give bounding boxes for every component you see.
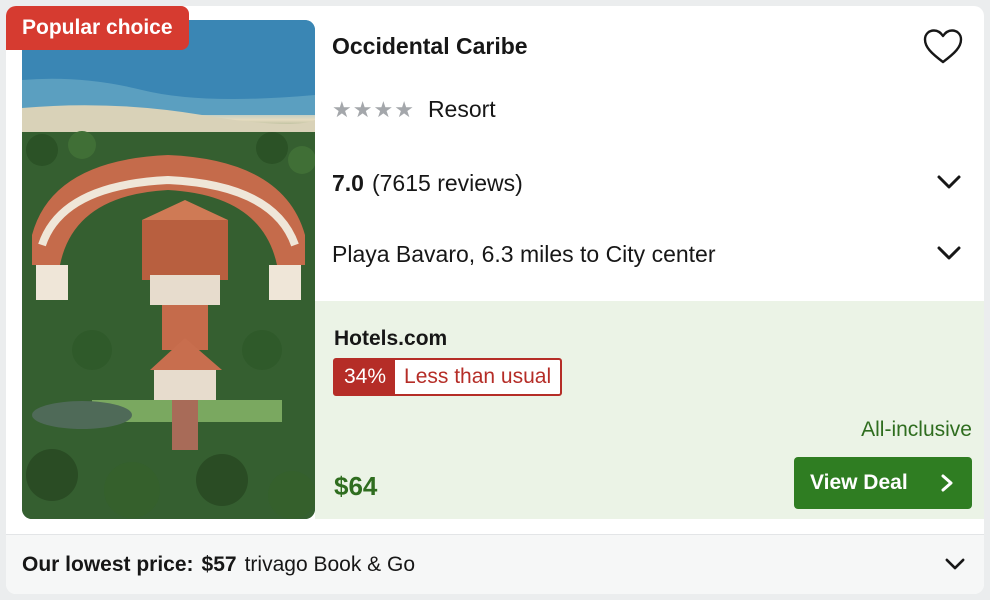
chevron-right-icon: [941, 474, 953, 492]
rating-summary[interactable]: 7.0 (7615 reviews): [332, 168, 962, 198]
board-type: All-inclusive: [861, 418, 972, 441]
hotel-photo[interactable]: [22, 20, 315, 519]
comparison-text: Less than usual: [404, 365, 552, 388]
review-count: (7615 reviews): [371, 169, 523, 196]
view-deal-label: View Deal: [810, 471, 908, 494]
lowest-price-amount: $57: [201, 552, 237, 576]
deal-provider: Hotels.com: [334, 327, 448, 350]
hotel-card: Popular choice Occidental Caribe ★ ★ ★ ★…: [6, 6, 984, 594]
popular-choice-badge: Popular choice: [6, 6, 189, 50]
heart-icon[interactable]: [921, 25, 965, 69]
location-text: Playa Bavaro, 6.3 miles to City center: [332, 240, 716, 267]
hotel-photo-illustration: [22, 20, 315, 519]
chevron-down-icon[interactable]: [936, 171, 962, 193]
star-icon: ★: [352, 96, 373, 122]
lowest-price-bar[interactable]: Our lowest price: $57 trivago Book & Go: [6, 534, 984, 594]
star-icon: ★: [332, 96, 352, 122]
chevron-down-icon[interactable]: [944, 555, 966, 573]
rating-score: 7.0: [332, 169, 364, 196]
discount-percent: 34%: [335, 360, 396, 394]
lowest-price-provider: trivago Book & Go: [244, 552, 416, 576]
price-comparison-badge: 34% Less than usual: [333, 358, 563, 396]
view-deal-button[interactable]: View Deal: [794, 457, 972, 509]
star-rating: ★ ★ ★ ★: [332, 96, 414, 122]
lowest-price-label: Our lowest price:: [22, 552, 194, 576]
star-icon: ★: [373, 96, 394, 122]
star-icon: ★: [394, 96, 414, 122]
chevron-down-icon[interactable]: [936, 242, 962, 264]
deal-panel[interactable]: Hotels.com 34% Less than usual All-inclu…: [315, 301, 984, 519]
hotel-name[interactable]: Occidental Caribe: [332, 33, 528, 60]
location-summary[interactable]: Playa Bavaro, 6.3 miles to City center: [332, 239, 962, 269]
accommodation-type: Resort: [427, 96, 496, 122]
hotel-class-row: ★ ★ ★ ★ Resort: [332, 96, 496, 123]
deal-price: $64: [334, 471, 378, 501]
